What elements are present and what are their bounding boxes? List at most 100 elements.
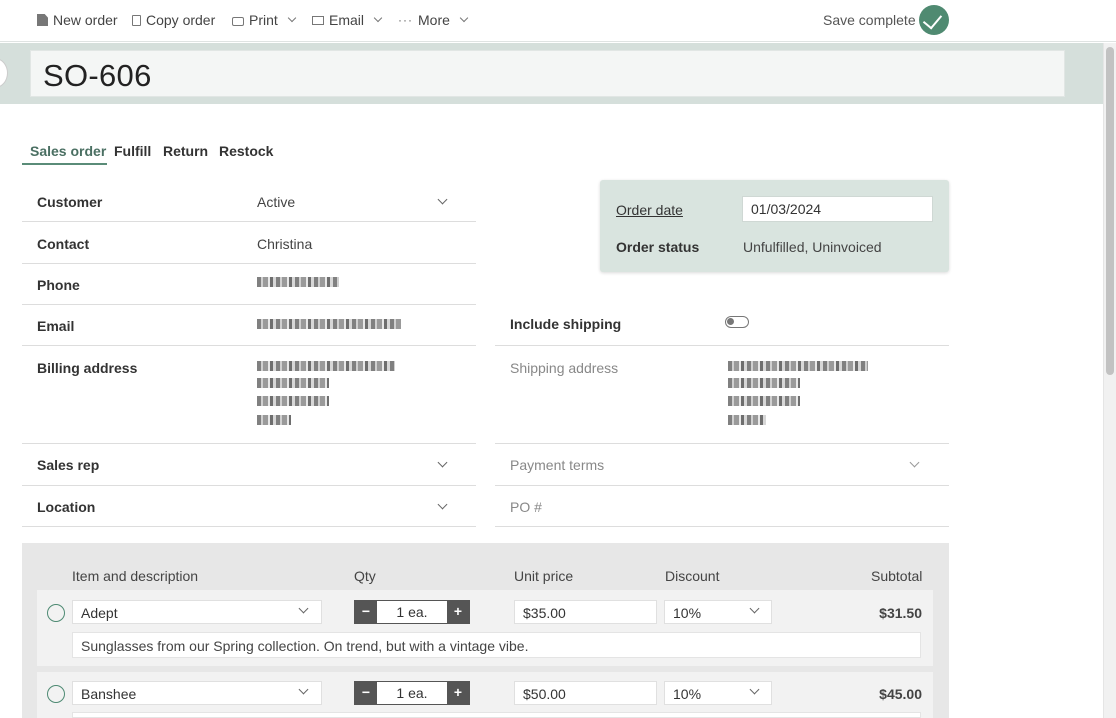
order-status-value: Unfulfilled, Uninvoiced [743,239,882,255]
item-select[interactable]: Banshee [72,681,322,705]
new-order-label: New order [53,12,118,28]
scrollbar-thumb[interactable] [1106,47,1114,375]
contact-label: Contact [37,236,90,252]
order-title-field[interactable]: SO-606 [30,50,1065,97]
order-info-panel: Order date Order status Unfulfilled, Uni… [600,180,949,272]
divider [22,304,476,305]
billing-address-line-redacted[interactable] [257,396,329,406]
chevron-down-icon[interactable] [909,457,920,468]
email-menu-button[interactable]: Email [312,12,383,28]
active-tab-indicator [22,163,107,165]
line-item-select-radio[interactable] [47,685,65,703]
divider [22,526,476,527]
billing-address-line-redacted[interactable] [257,378,329,388]
unit-price-input[interactable]: $50.00 [514,681,657,705]
contact-value[interactable]: Christina [257,236,312,252]
order-date-input[interactable] [742,196,933,222]
chevron-down-icon[interactable] [437,457,448,468]
chevron-down-icon[interactable] [437,499,448,510]
divider [22,345,476,346]
divider [22,443,476,444]
billing-address-label: Billing address [37,360,138,376]
shipping-address-line-redacted[interactable] [728,415,766,425]
minus-icon[interactable]: − [355,682,377,704]
sales-rep-label: Sales rep [37,457,100,473]
printer-icon [232,16,244,26]
item-name: Adept [81,605,118,621]
plus-icon[interactable]: + [447,682,469,704]
order-date-label[interactable]: Order date [616,202,683,218]
line-item-row: Banshee − 1 ea. + $50.00 10% $45.00 [37,672,933,718]
copy-order-label: Copy order [146,12,216,28]
shipping-address-line-redacted[interactable] [728,396,800,406]
divider [22,485,476,486]
column-header-unit-price: Unit price [514,568,574,584]
billing-address-line-redacted[interactable] [257,361,395,371]
mail-icon [312,16,324,25]
tab-fulfill[interactable]: Fulfill [114,143,151,159]
email-value-redacted[interactable] [257,319,401,329]
include-shipping-label: Include shipping [510,316,622,332]
shipping-address-line-redacted[interactable] [728,361,868,371]
order-status-label: Order status [616,239,700,255]
tab-restock[interactable]: Restock [219,143,273,159]
check-icon [919,5,949,35]
tab-sales-order[interactable]: Sales order [30,143,106,159]
copy-order-button[interactable]: Copy order [132,12,215,28]
line-subtotal: $45.00 [879,686,922,702]
phone-label: Phone [37,277,80,293]
phone-value-redacted[interactable] [257,277,339,287]
more-label: More [418,12,450,28]
discount-value: 10% [673,605,702,621]
line-subtotal: $31.50 [879,605,922,621]
payment-terms-label: Payment terms [510,457,605,473]
divider [22,263,476,264]
quantity-value[interactable]: 1 ea. [377,601,447,623]
minus-icon[interactable]: − [355,601,377,623]
billing-address-line-redacted[interactable] [257,415,291,425]
more-menu-button[interactable]: ··· More [398,12,469,28]
plus-icon[interactable]: + [447,601,469,623]
quantity-value[interactable]: 1 ea. [377,682,447,704]
divider [495,443,949,444]
chevron-down-icon [287,13,297,23]
po-number-label: PO # [510,499,542,515]
copy-icon [132,14,141,26]
divider [495,526,949,527]
new-document-icon [37,14,48,26]
print-menu-button[interactable]: Print [232,12,297,28]
email-label: Email [329,12,365,28]
customer-select[interactable]: Active [257,194,295,210]
customer-label: Customer [37,194,103,210]
location-label: Location [37,499,96,515]
item-description-field[interactable]: Sunglasses from our Spring collection. O… [72,632,921,658]
line-item-select-radio[interactable] [47,604,65,622]
divider [495,485,949,486]
column-header-discount: Discount [665,568,720,584]
column-header-subtotal: Subtotal [871,568,923,584]
shipping-address-line-redacted[interactable] [728,378,800,388]
new-order-button[interactable]: New order [37,12,118,28]
unit-price-input[interactable]: $35.00 [514,600,657,624]
tab-return[interactable]: Return [163,143,208,159]
chevron-down-icon[interactable] [437,194,448,205]
divider [22,221,476,222]
order-title: SO-606 [43,58,152,93]
chevron-down-icon [459,13,469,23]
chevron-down-icon [373,13,383,23]
divider [495,345,949,346]
item-select[interactable]: Adept [72,600,322,624]
column-header-qty: Qty [354,568,376,584]
item-name: Banshee [81,686,137,702]
print-label: Print [249,12,278,28]
ellipsis-icon: ··· [398,13,413,27]
line-items-panel: Item and description Qty Unit price Disc… [22,543,949,718]
save-status-text: Save complete [823,12,916,28]
line-item-row: Adept − 1 ea. + $35.00 10% $31.50 Sungla… [37,590,933,666]
quantity-stepper[interactable]: − 1 ea. + [354,600,470,624]
item-description-field[interactable] [72,712,921,718]
quantity-stepper[interactable]: − 1 ea. + [354,681,470,705]
email-label: Email [37,318,75,334]
include-shipping-toggle[interactable] [725,316,749,328]
shipping-address-label: Shipping address [510,360,619,376]
